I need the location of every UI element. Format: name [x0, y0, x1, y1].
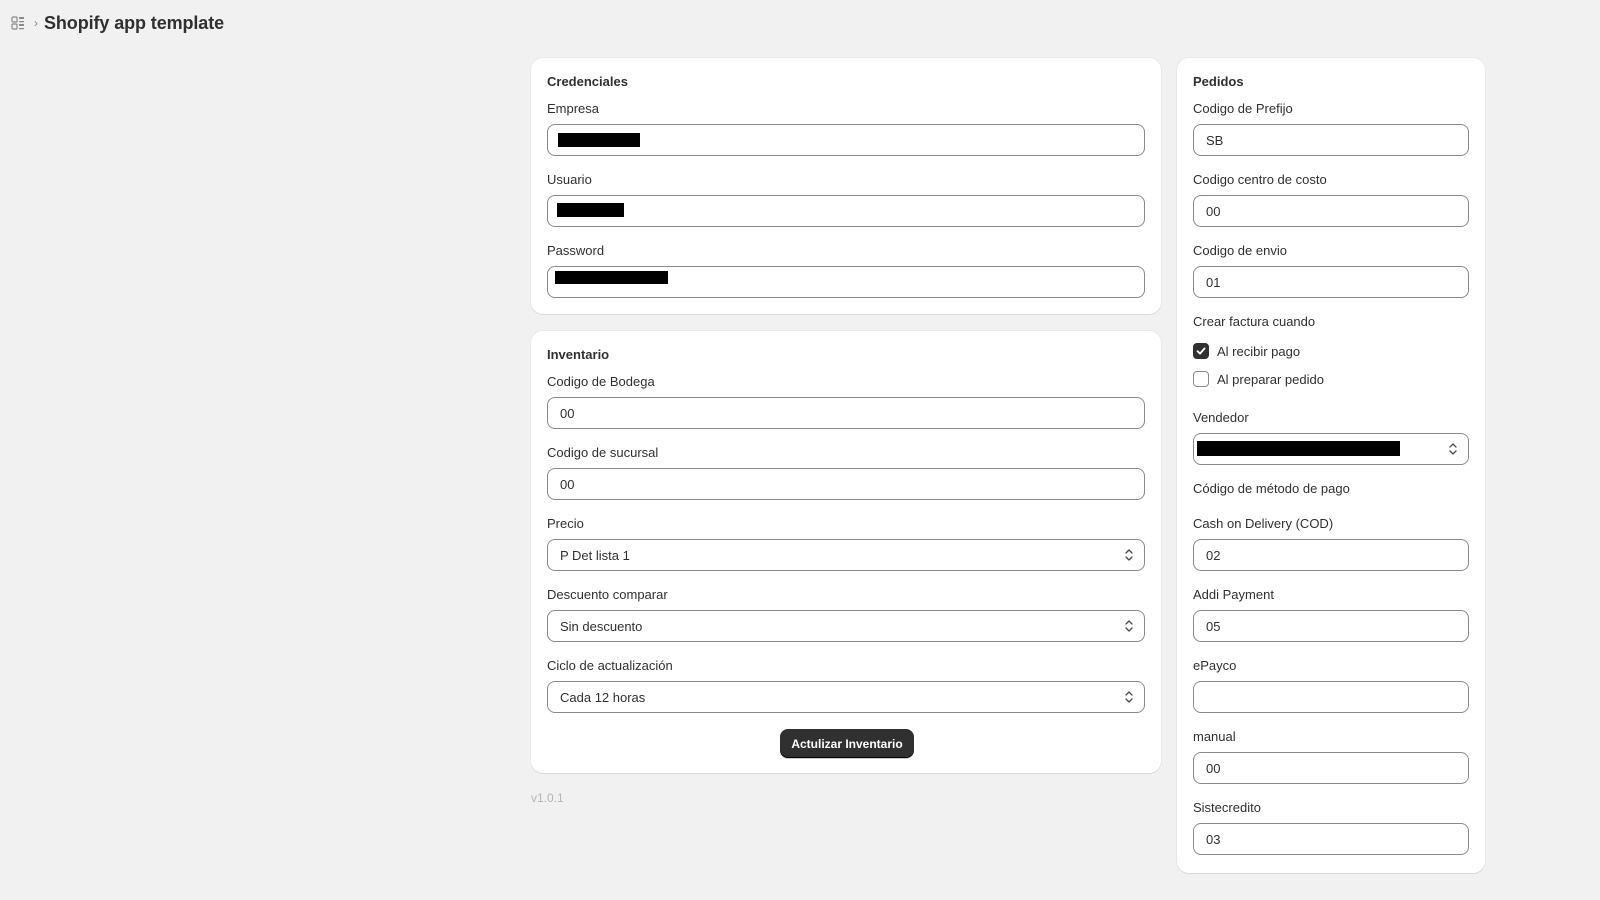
vendedor-select[interactable]: [1193, 433, 1469, 465]
empresa-label: Empresa: [547, 101, 600, 116]
version-label: v1.0.1: [531, 791, 564, 805]
checkbox-unchecked-icon[interactable]: [1193, 371, 1209, 387]
descuento-label: Descuento comparar: [547, 587, 668, 602]
descuento-select[interactable]: Sin descuento: [547, 610, 1145, 642]
checkbox-preparar-pedido[interactable]: Al preparar pedido: [1193, 371, 1324, 387]
epayco-label: ePayco: [1193, 658, 1237, 673]
bodega-label: Codigo de Bodega: [547, 374, 655, 389]
redacted-value: [555, 271, 668, 284]
addi-input[interactable]: 05: [1193, 610, 1469, 642]
vendedor-label: Vendedor: [1193, 410, 1249, 425]
update-inventory-button[interactable]: Actulizar Inventario: [780, 729, 914, 758]
inventario-card: Inventario Codigo de Bodega 00 Codigo de…: [531, 331, 1161, 773]
select-chevron-icon: [1124, 690, 1134, 704]
envio-input[interactable]: 01: [1193, 266, 1469, 298]
precio-label: Precio: [547, 516, 584, 531]
manual-label: manual: [1193, 729, 1236, 744]
select-chevron-icon: [1448, 442, 1458, 456]
prefijo-input[interactable]: SB: [1193, 124, 1469, 156]
credenciales-title: Credenciales: [547, 74, 628, 89]
redacted-value: [557, 203, 624, 217]
sucursal-input[interactable]: 00: [547, 468, 1145, 500]
prefijo-label: Codigo de Prefijo: [1193, 101, 1293, 116]
centro-costo-input[interactable]: 00: [1193, 195, 1469, 227]
ciclo-selected: Cada 12 horas: [560, 689, 646, 705]
precio-select[interactable]: P Det lista 1: [547, 539, 1145, 571]
inventario-title: Inventario: [547, 347, 610, 362]
usuario-input[interactable]: [547, 195, 1145, 227]
manual-input[interactable]: 00: [1193, 752, 1469, 784]
empresa-input[interactable]: [547, 124, 1145, 156]
checkbox-label: Al recibir pago: [1217, 343, 1301, 359]
password-label: Password: [547, 243, 605, 258]
sucursal-label: Codigo de sucursal: [547, 445, 659, 460]
checkbox-checked-icon[interactable]: [1193, 343, 1209, 359]
ciclo-label: Ciclo de actualización: [547, 658, 673, 673]
factura-label: Crear factura cuando: [1193, 314, 1316, 329]
checkbox-label: Al preparar pedido: [1217, 371, 1324, 387]
page-title: Shopify app template: [44, 12, 225, 33]
envio-label: Codigo de envio: [1193, 243, 1287, 258]
app-grid-icon[interactable]: [11, 16, 25, 30]
password-input[interactable]: [547, 266, 1145, 298]
addi-label: Addi Payment: [1193, 587, 1274, 602]
sistecredito-input[interactable]: 03: [1193, 823, 1469, 855]
top-bar: › Shopify app template: [0, 0, 1600, 46]
pedidos-title: Pedidos: [1193, 74, 1244, 89]
cod-label: Cash on Delivery (COD): [1193, 516, 1334, 531]
checkbox-recibir-pago[interactable]: Al recibir pago: [1193, 343, 1300, 359]
cod-input[interactable]: 02: [1193, 539, 1469, 571]
bodega-input[interactable]: 00: [547, 397, 1145, 429]
epayco-input[interactable]: [1193, 681, 1469, 713]
credenciales-card: Credenciales Empresa Usuario Password: [531, 58, 1161, 314]
ciclo-select[interactable]: Cada 12 horas: [547, 681, 1145, 713]
redacted-value: [1197, 441, 1400, 456]
metodo-pago-label: Código de método de pago: [1193, 481, 1350, 496]
usuario-label: Usuario: [547, 172, 592, 187]
sistecredito-label: Sistecredito: [1193, 800, 1261, 815]
breadcrumb-chevron-icon: ›: [34, 16, 38, 30]
precio-selected: P Det lista 1: [560, 547, 630, 563]
redacted-value: [558, 133, 640, 147]
pedidos-card: Pedidos Codigo de Prefijo SB Codigo cent…: [1177, 58, 1485, 873]
select-chevron-icon: [1124, 548, 1134, 562]
centro-costo-label: Codigo centro de costo: [1193, 172, 1327, 187]
select-chevron-icon: [1124, 619, 1134, 633]
descuento-selected: Sin descuento: [560, 618, 643, 634]
